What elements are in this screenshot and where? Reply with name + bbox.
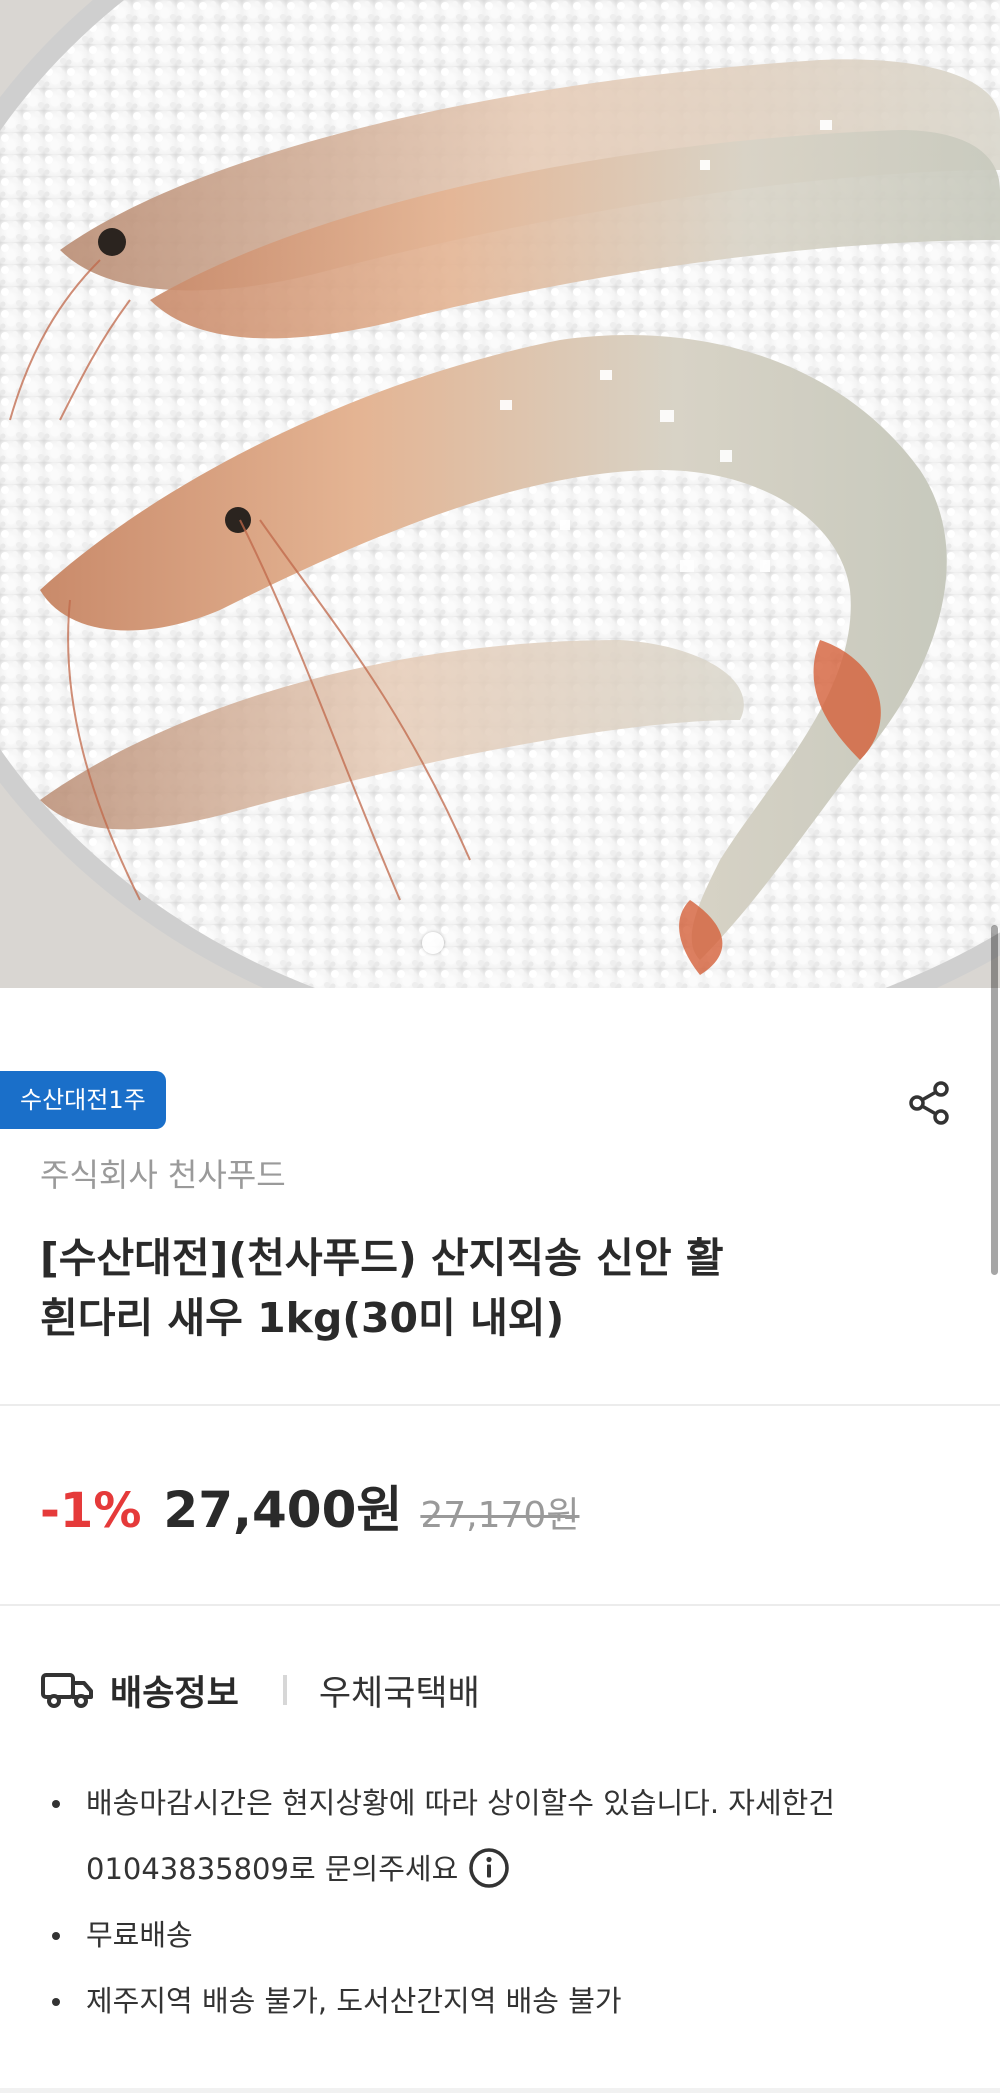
delivery-note-text: 배송마감시간은 현지상황에 따라 상이할수 있습니다. 자세한건 [86,1786,835,1820]
promo-badge: 수산대전1주 [0,1071,166,1129]
shrimp-photo [0,0,1000,988]
product-title: [수산대전](천사푸드) 산지직송 신안 활 흰다리 새우 1kg(30미 내외… [40,1228,920,1348]
delivery-note: 배송마감시간은 현지상황에 따라 상이할수 있습니다. 자세한건 [50,1770,950,1836]
delivery-note: 무료배송 [50,1902,950,1968]
share-button[interactable] [905,1078,955,1128]
product-title-line1: [수산대전](천사푸드) 산지직송 신안 활 [40,1234,724,1282]
share-icon [909,1081,949,1125]
delivery-note-text: 제주지역 배송 불가, 도서산간지역 배송 불가 [86,1984,622,2018]
divider [0,1404,1000,1406]
price-row: -1% 27,400원 27,170원 [40,1470,579,1540]
delivery-note: 01043835809로 문의주세요 [50,1836,950,1902]
delivery-note-text: 01043835809로 문의주세요 [86,1852,459,1886]
separator [282,1675,287,1705]
delivery-notes: 배송마감시간은 현지상황에 따라 상이할수 있습니다. 자세한건 0104383… [50,1770,950,2034]
product-info: 수산대전1주 주식회사 천사푸드 [수산대전](천사푸드) 산지직송 신안 활 … [0,988,1000,1405]
seller-name[interactable]: 주식회사 천사푸드 [40,1150,286,1196]
info-icon[interactable] [468,1847,510,1889]
divider [0,1604,1000,1606]
carousel-indicator[interactable] [422,932,444,954]
delivery-header: 배송정보 우체국택배 [40,1660,480,1720]
sale-price: 27,400원 [163,1481,403,1539]
product-title-line2: 흰다리 새우 1kg(30미 내외) [40,1294,565,1342]
delivery-note: 제주지역 배송 불가, 도서산간지역 배송 불가 [50,1968,950,2034]
discount-rate: -1% [40,1483,142,1539]
product-image[interactable] [0,0,1000,988]
delivery-label: 배송정보 [110,1673,239,1714]
truck-icon [41,1673,93,1708]
delivery-carrier: 우체국택배 [318,1673,480,1714]
delivery-note-text: 무료배송 [86,1918,193,1952]
section-divider [0,2088,1000,2093]
original-price: 27,170원 [420,1495,580,1536]
